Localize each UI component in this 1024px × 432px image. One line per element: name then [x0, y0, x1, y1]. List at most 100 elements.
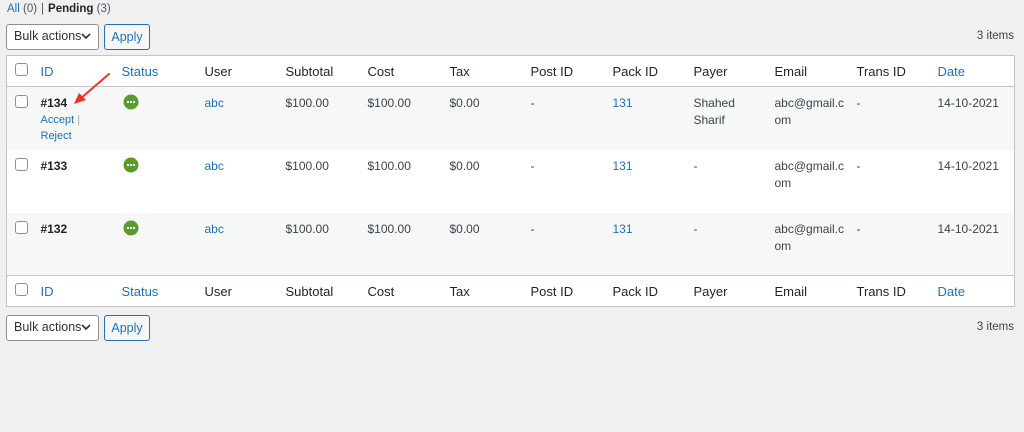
- row-checkbox[interactable]: [15, 95, 28, 108]
- table-footer-row: ID Status User Subtotal Cost Tax Post ID…: [6, 275, 1015, 307]
- payer-line-1: Shahed: [693, 96, 735, 110]
- pending-dots-icon: [123, 94, 138, 110]
- tax-cell: $0.00: [449, 221, 480, 236]
- table-row: #132 abc $100.00 $100.00 $0.00 - 131 - a…: [6, 212, 1015, 276]
- row-checkbox[interactable]: [15, 220, 28, 234]
- select-all-cell-footer: [7, 276, 41, 307]
- column-subtotal: Subtotal: [285, 63, 334, 79]
- status-filter-links: All (0) | Pending (3): [7, 3, 111, 15]
- column-cost: Cost: [367, 63, 395, 79]
- email-line-2: om: [774, 113, 792, 127]
- column-tax: Tax: [449, 63, 470, 79]
- tablenav-bottom: Bulk actions Apply 3 items: [6, 315, 1014, 341]
- date-cell: 14-10-2021: [937, 96, 999, 110]
- column-payer-footer: Payer: [693, 283, 728, 299]
- row-checkbox-cell: [7, 87, 41, 150]
- email-cell: abc@gmail.c om: [775, 150, 857, 213]
- column-user-footer: User: [204, 283, 232, 299]
- reject-link[interactable]: Reject: [41, 130, 72, 142]
- subtotal-cell: $100.00: [285, 221, 329, 236]
- user-cell: abc: [205, 213, 286, 276]
- transactions-table: ID Status User Subtotal Cost Tax Post ID…: [6, 55, 1015, 307]
- row-checkbox-cell: [7, 213, 41, 276]
- user-link[interactable]: abc: [205, 96, 224, 110]
- email-line-2: om: [774, 238, 792, 253]
- user-cell: abc: [205, 87, 286, 150]
- column-post-id: Post ID: [530, 63, 574, 79]
- filter-all-link[interactable]: All (0): [7, 3, 37, 15]
- email-line-1: abc@gmail.c: [774, 96, 845, 110]
- transaction-id: #133: [40, 158, 68, 173]
- column-status[interactable]: Status: [122, 56, 205, 87]
- pack-id-cell: 131: [613, 87, 694, 150]
- cost-cell: $100.00: [367, 221, 411, 236]
- accept-link[interactable]: Accept: [41, 114, 75, 126]
- id-cell: #133: [41, 150, 122, 213]
- column-id[interactable]: ID: [41, 56, 122, 87]
- filter-pending-count: (3): [96, 3, 111, 15]
- select-all-checkbox-footer[interactable]: [15, 283, 28, 296]
- column-date[interactable]: Date: [938, 56, 1015, 87]
- status-cell: [122, 213, 205, 276]
- chevron-down-icon: [81, 324, 91, 331]
- date-cell: 14-10-2021: [937, 158, 999, 173]
- user-cell: abc: [205, 150, 286, 213]
- bulk-actions-label: Bulk actions: [14, 320, 82, 334]
- email-cell: abc@gmail.c om: [775, 87, 857, 150]
- post-id-cell: -: [530, 221, 535, 236]
- column-date-footer[interactable]: Date: [938, 276, 1015, 307]
- payer-line-1: -: [693, 158, 698, 173]
- email-line-1: abc@gmail.c: [774, 221, 845, 236]
- status-cell: [122, 150, 205, 213]
- payer-cell: -: [694, 150, 775, 213]
- select-all-checkbox[interactable]: [15, 63, 28, 76]
- filter-pending-link[interactable]: Pending (3): [48, 3, 111, 15]
- email-line-2: om: [774, 175, 792, 190]
- column-tax-footer: Tax: [449, 283, 470, 299]
- column-trans-id: Trans ID: [856, 63, 906, 79]
- user-link[interactable]: abc: [205, 159, 224, 173]
- pack-id-link[interactable]: 131: [613, 96, 633, 110]
- tax-cell: $0.00: [449, 158, 480, 173]
- user-link[interactable]: abc: [205, 222, 224, 236]
- column-cost-footer: Cost: [367, 283, 395, 299]
- table-row: #133 abc $100.00 $100.00 $0.00 - 131 - a…: [6, 149, 1015, 213]
- status-cell: [122, 87, 205, 150]
- transaction-id: #132: [40, 221, 68, 236]
- subtotal-cell: $100.00: [285, 96, 329, 110]
- payer-line-2: Sharif: [693, 113, 725, 127]
- email-line-1: abc@gmail.c: [774, 158, 845, 173]
- apply-button-top[interactable]: Apply: [104, 24, 150, 50]
- row-actions: Accept | Reject: [41, 112, 122, 144]
- filter-separator: |: [41, 3, 45, 15]
- transaction-id: #134: [40, 96, 68, 110]
- pack-id-cell: 131: [613, 150, 694, 213]
- row-checkbox[interactable]: [15, 157, 28, 171]
- filter-pending-label: Pending: [48, 3, 94, 15]
- bulk-actions-select-top[interactable]: Bulk actions: [6, 24, 99, 50]
- column-id-footer[interactable]: ID: [41, 276, 122, 307]
- tablenav-top: Bulk actions Apply 3 items: [6, 24, 1014, 50]
- bulk-actions-select-bottom[interactable]: Bulk actions: [6, 315, 99, 341]
- filter-all-label: All: [7, 3, 20, 15]
- table-row: #134 Accept | Reject abc $100.00 $100.00…: [6, 86, 1015, 150]
- column-status-footer[interactable]: Status: [122, 276, 205, 307]
- column-user: User: [204, 63, 232, 79]
- payer-line-1: -: [693, 221, 698, 236]
- subtotal-cell: $100.00: [285, 158, 329, 173]
- column-pack-id-footer: Pack ID: [612, 283, 659, 299]
- tax-cell: $0.00: [449, 96, 480, 110]
- pack-id-link[interactable]: 131: [613, 222, 633, 236]
- apply-button-bottom[interactable]: Apply: [104, 315, 150, 341]
- pack-id-link[interactable]: 131: [613, 159, 633, 173]
- post-id-cell: -: [530, 96, 535, 110]
- items-count-bottom: 3 items: [976, 321, 1014, 333]
- filter-all-count: (0): [22, 3, 38, 15]
- table-header-row: ID Status User Subtotal Cost Tax Post ID…: [6, 56, 1015, 87]
- select-all-cell: [7, 56, 41, 87]
- date-cell: 14-10-2021: [937, 221, 999, 236]
- email-cell: abc@gmail.c om: [775, 213, 857, 276]
- cost-cell: $100.00: [367, 158, 411, 173]
- row-checkbox-cell: [7, 150, 41, 213]
- payer-cell: Shahed Sharif: [694, 87, 775, 150]
